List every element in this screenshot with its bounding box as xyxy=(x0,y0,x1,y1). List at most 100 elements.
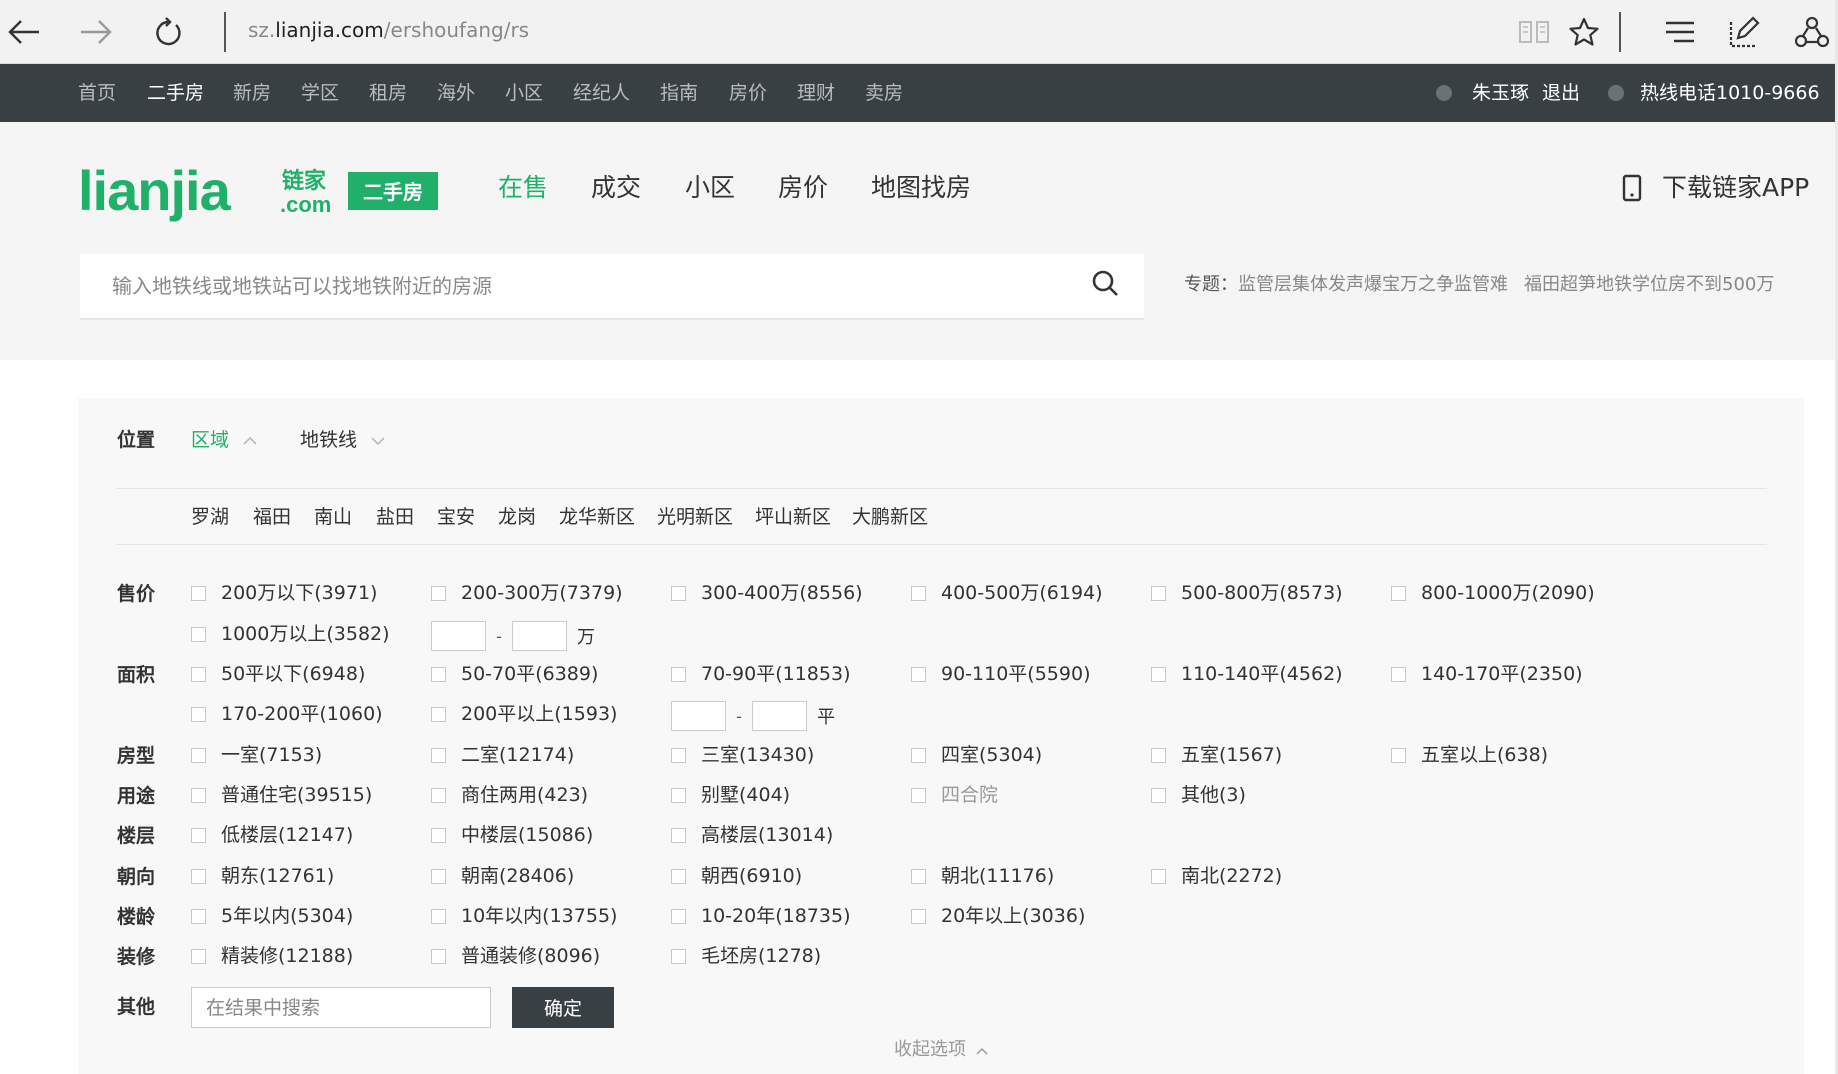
result-search-input[interactable] xyxy=(191,987,491,1028)
layout-option[interactable]: 一室(7153) xyxy=(191,743,322,767)
decoration-option[interactable]: 毛坯房(1278) xyxy=(671,944,821,968)
hub-button[interactable] xyxy=(1660,12,1700,52)
checkbox[interactable] xyxy=(1391,747,1406,763)
area-option[interactable]: 50平以下(6948) xyxy=(191,662,365,686)
layout-option[interactable]: 三室(13430) xyxy=(671,743,814,767)
topnav-item-haiwai[interactable]: 海外 xyxy=(437,82,475,104)
checkbox[interactable] xyxy=(191,626,206,642)
tab-subway[interactable]: 地铁线 xyxy=(300,428,385,452)
checkbox[interactable] xyxy=(671,585,686,601)
usage-option[interactable]: 商住两用(423) xyxy=(431,783,588,807)
checkbox[interactable] xyxy=(431,747,446,763)
price-option[interactable]: 500-800万(8573) xyxy=(1151,581,1343,605)
district-baoan[interactable]: 宝安 xyxy=(437,505,475,529)
district-yantian[interactable]: 盐田 xyxy=(376,505,414,529)
tab-chengjiao[interactable]: 成交 xyxy=(591,172,641,204)
age-option[interactable]: 5年以内(5304) xyxy=(191,904,353,928)
reading-view-button[interactable] xyxy=(1514,12,1554,52)
area-max-input[interactable] xyxy=(752,701,807,731)
checkbox[interactable] xyxy=(911,747,926,763)
share-button[interactable] xyxy=(1792,12,1832,52)
topic-link[interactable]: 监管层集体发声爆宝万之争监管难 xyxy=(1238,274,1508,295)
checkbox[interactable] xyxy=(191,868,206,884)
age-option[interactable]: 10年以内(13755) xyxy=(431,904,617,928)
topnav-item-zhinan[interactable]: 指南 xyxy=(660,82,698,104)
checkbox[interactable] xyxy=(671,827,686,843)
tab-xiaoqu[interactable]: 小区 xyxy=(685,172,735,204)
checkbox[interactable] xyxy=(191,706,206,722)
confirm-button[interactable]: 确定 xyxy=(512,987,614,1028)
tab-zaishou[interactable]: 在售 xyxy=(498,172,548,204)
district-longhua[interactable]: 龙华新区 xyxy=(559,505,635,529)
topnav-item-xiaoqu[interactable]: 小区 xyxy=(505,82,543,104)
price-option[interactable]: 1000万以上(3582) xyxy=(191,622,390,646)
checkbox[interactable] xyxy=(911,666,926,682)
layout-option[interactable]: 五室以上(638) xyxy=(1391,743,1548,767)
usage-option[interactable]: 普通住宅(39515) xyxy=(191,783,372,807)
orientation-option[interactable]: 南北(2272) xyxy=(1151,864,1282,888)
checkbox[interactable] xyxy=(431,948,446,964)
checkbox[interactable] xyxy=(191,827,206,843)
download-app-link[interactable]: 下载链家APP xyxy=(1662,172,1809,204)
area-option[interactable]: 50-70平(6389) xyxy=(431,662,598,686)
layout-option[interactable]: 二室(12174) xyxy=(431,743,574,767)
refresh-button[interactable] xyxy=(148,12,188,52)
topnav-item-jingjiren[interactable]: 经纪人 xyxy=(573,82,630,104)
district-guangming[interactable]: 光明新区 xyxy=(657,505,733,529)
usage-option[interactable]: 其他(3) xyxy=(1151,783,1246,807)
floor-option[interactable]: 高楼层(13014) xyxy=(671,823,833,847)
topnav-item-fangjia[interactable]: 房价 xyxy=(729,82,767,104)
price-min-input[interactable] xyxy=(431,621,486,651)
web-note-button[interactable] xyxy=(1724,12,1764,52)
area-option[interactable]: 70-90平(11853) xyxy=(671,662,850,686)
topnav-item-xinfang[interactable]: 新房 xyxy=(233,82,271,104)
usage-option[interactable]: 别墅(404) xyxy=(671,783,790,807)
topnav-item-maifang[interactable]: 卖房 xyxy=(865,82,903,104)
district-longgang[interactable]: 龙岗 xyxy=(498,505,536,529)
checkbox[interactable] xyxy=(191,948,206,964)
checkbox[interactable] xyxy=(671,908,686,924)
collapse-options-button[interactable]: 收起选项 xyxy=(894,1038,988,1062)
price-max-input[interactable] xyxy=(512,621,567,651)
district-luohu[interactable]: 罗湖 xyxy=(191,505,229,529)
tab-fangjia[interactable]: 房价 xyxy=(778,172,828,204)
topic-link[interactable]: 福田超笋地铁学位房不到500万 xyxy=(1524,274,1774,295)
orientation-option[interactable]: 朝北(11176) xyxy=(911,864,1054,888)
area-option[interactable]: 170-200平(1060) xyxy=(191,702,383,726)
decoration-option[interactable]: 精装修(12188) xyxy=(191,944,353,968)
price-option[interactable]: 200-300万(7379) xyxy=(431,581,623,605)
topnav-item-home[interactable]: 首页 xyxy=(78,82,116,104)
checkbox[interactable] xyxy=(671,787,686,803)
checkbox[interactable] xyxy=(191,666,206,682)
age-option[interactable]: 20年以上(3036) xyxy=(911,904,1085,928)
checkbox[interactable] xyxy=(191,787,206,803)
checkbox[interactable] xyxy=(431,666,446,682)
checkbox[interactable] xyxy=(671,747,686,763)
area-option[interactable]: 110-140平(4562) xyxy=(1151,662,1343,686)
topnav-item-zufang[interactable]: 租房 xyxy=(369,82,407,104)
price-option[interactable]: 400-500万(6194) xyxy=(911,581,1103,605)
floor-option[interactable]: 中楼层(15086) xyxy=(431,823,593,847)
checkbox[interactable] xyxy=(1151,787,1166,803)
district-dapeng[interactable]: 大鹏新区 xyxy=(852,505,928,529)
checkbox[interactable] xyxy=(1151,868,1166,884)
checkbox[interactable] xyxy=(1151,585,1166,601)
orientation-option[interactable]: 朝东(12761) xyxy=(191,864,334,888)
checkbox[interactable] xyxy=(1151,747,1166,763)
area-option[interactable]: 140-170平(2350) xyxy=(1391,662,1583,686)
checkbox[interactable] xyxy=(1391,666,1406,682)
checkbox[interactable] xyxy=(431,585,446,601)
search-input[interactable] xyxy=(80,254,1070,318)
checkbox[interactable] xyxy=(911,868,926,884)
tab-quyu[interactable]: 区域 xyxy=(191,428,257,452)
back-button[interactable] xyxy=(4,12,44,52)
favorite-button[interactable] xyxy=(1564,12,1604,52)
layout-option[interactable]: 五室(1567) xyxy=(1151,743,1282,767)
area-option[interactable]: 200平以上(1593) xyxy=(431,702,617,726)
checkbox[interactable] xyxy=(671,948,686,964)
tab-map-search[interactable]: 地图找房 xyxy=(871,172,971,204)
topnav-item-ershoufang[interactable]: 二手房 xyxy=(147,82,204,104)
area-option[interactable]: 90-110平(5590) xyxy=(911,662,1090,686)
checkbox[interactable] xyxy=(431,787,446,803)
checkbox[interactable] xyxy=(431,908,446,924)
